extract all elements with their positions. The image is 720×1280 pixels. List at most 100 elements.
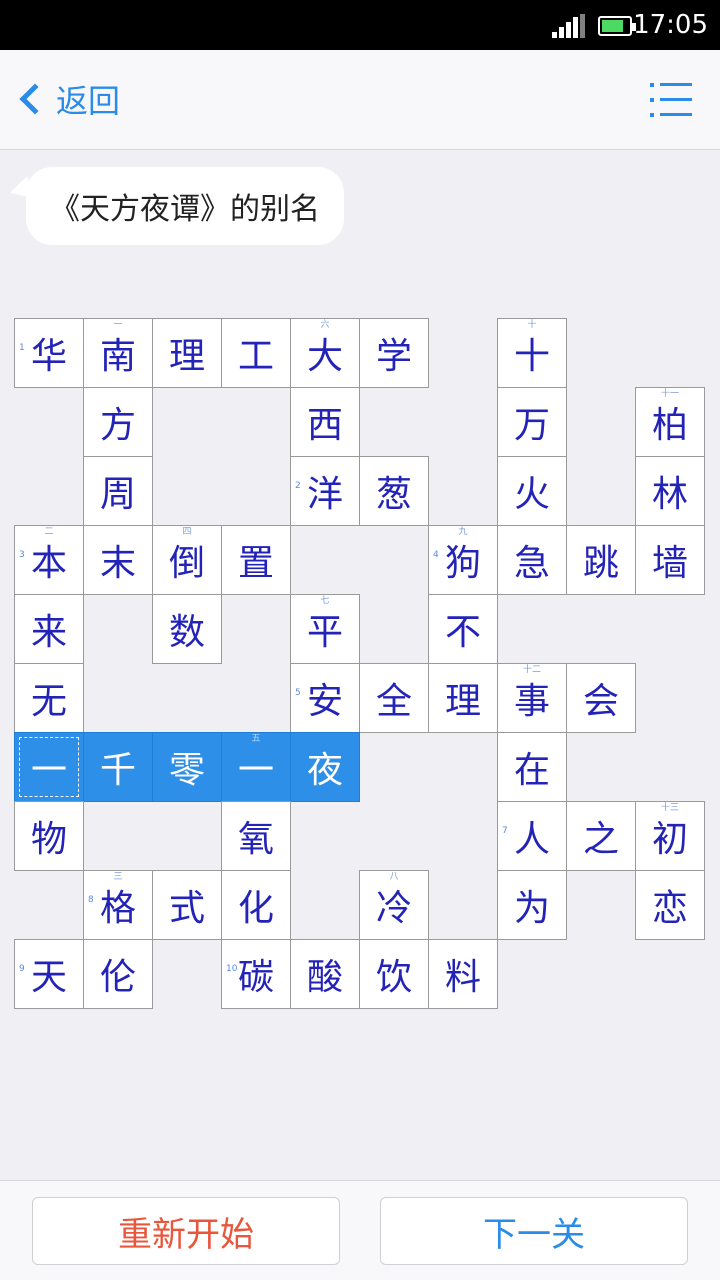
grid-cell[interactable]: 恋 [635,870,705,940]
across-clue-number: 1 [19,343,25,353]
down-clue-number: 十三 [660,803,679,813]
grid-cell[interactable]: 南一 [83,318,153,388]
cell-char: 不 [444,612,481,653]
down-clue-number: 一 [113,320,123,330]
grid-cell[interactable]: 零 [152,732,222,802]
grid-cell[interactable]: 急 [497,525,567,595]
cell-char: 平 [306,612,343,653]
cell-char: 饮 [375,957,412,998]
grid-cell[interactable]: 酸 [290,939,360,1009]
cell-char: 倒 [168,543,205,584]
cell-char: 一 [237,750,274,791]
grid-cell[interactable]: 物 [14,801,84,871]
crossword-grid: 华 1 南一理工大六学十十方西万柏十一周洋 2 葱火林本 3 二末倒四置狗 4 九急跳墙来数平七… [14,318,706,1010]
grid-cell[interactable]: 理 [428,663,498,733]
grid-cell[interactable]: 来 [14,594,84,664]
cell-char: 事 [513,681,550,722]
down-clue-number: 六 [320,320,330,330]
grid-cell[interactable]: 饮 [359,939,429,1009]
cell-char: 大 [306,336,343,377]
grid-cell[interactable]: 工 [221,318,291,388]
cell-char: 冷 [375,888,412,929]
grid-cell[interactable]: 一 [14,732,84,802]
down-clue-number: 九 [458,527,468,537]
grid-cell[interactable]: 墙 [635,525,705,595]
grid-cell[interactable]: 天9 [14,939,84,1009]
cell-char: 天 [30,957,67,998]
grid-cell[interactable]: 之 [566,801,636,871]
grid-cell[interactable]: 大六 [290,318,360,388]
grid-cell[interactable]: 洋2 [290,456,360,526]
cell-char: 千 [99,750,136,791]
grid-cell[interactable]: 氧 [221,801,291,871]
grid-cell[interactable]: 葱 [359,456,429,526]
grid-cell[interactable]: 碳 10 [221,939,291,1009]
cell-char: 置 [237,543,274,584]
grid-cell[interactable]: 千 [83,732,153,802]
grid-cell[interactable]: 不 [428,594,498,664]
cell-char: 十 [513,336,550,377]
clue-text: 《天方夜谭》的别名 [50,192,320,227]
grid-cell[interactable]: 周 [83,456,153,526]
cell-char: 末 [99,543,136,584]
grid-cell[interactable]: 末 [83,525,153,595]
restart-button[interactable]: 重新开始 [32,1197,340,1265]
cell-char: 一 [30,750,67,791]
back-label: 返回 [56,82,121,120]
grid-cell[interactable]: 置 [221,525,291,595]
grid-cell[interactable]: 全 [359,663,429,733]
cell-char: 来 [30,612,67,653]
list-menu-icon[interactable] [650,83,692,117]
grid-cell[interactable]: 在 [497,732,567,802]
grid-cell[interactable]: 一五 [221,732,291,802]
grid-cell[interactable]: 数 [152,594,222,664]
cell-char: 化 [237,888,274,929]
grid-cell[interactable]: 料 [428,939,498,1009]
across-clue-number: 7 [502,826,508,836]
grid-cell[interactable]: 会 [566,663,636,733]
grid-cell[interactable]: 火 [497,456,567,526]
cell-char: 物 [30,819,67,860]
back-button[interactable]: 返回 [16,76,120,122]
cell-char: 火 [513,474,550,515]
down-clue-number: 二 [44,527,54,537]
cell-char: 安 [306,681,343,722]
cell-char: 格 [99,888,136,929]
grid-cell[interactable]: 跳 [566,525,636,595]
grid-cell[interactable]: 格8 三 [83,870,153,940]
grid-cell[interactable]: 无 [14,663,84,733]
down-clue-number: 十 [527,320,537,330]
grid-cell[interactable]: 万 [497,387,567,457]
grid-cell[interactable]: 为 [497,870,567,940]
cell-char: 会 [582,681,619,722]
next-level-button[interactable]: 下一关 [380,1197,688,1265]
cell-char: 墙 [651,543,688,584]
grid-cell[interactable]: 华1 [14,318,84,388]
grid-cell[interactable]: 安5 [290,663,360,733]
grid-cell[interactable]: 事十二 [497,663,567,733]
grid-cell[interactable]: 初十三 [635,801,705,871]
grid-cell[interactable]: 人7 [497,801,567,871]
cell-char: 碳 [237,957,274,998]
grid-cell[interactable]: 狗4 九 [428,525,498,595]
cell-char: 零 [168,750,205,791]
grid-cell[interactable]: 本3 二 [14,525,84,595]
grid-cell[interactable]: 平七 [290,594,360,664]
grid-cell[interactable]: 伦 [83,939,153,1009]
grid-cell[interactable]: 西 [290,387,360,457]
grid-cell[interactable]: 十十 [497,318,567,388]
grid-cell[interactable]: 倒四 [152,525,222,595]
grid-cell[interactable]: 冷八 [359,870,429,940]
cell-char: 恋 [651,888,688,929]
grid-cell[interactable]: 理 [152,318,222,388]
grid-cell[interactable]: 夜 [290,732,360,802]
grid-cell[interactable]: 学 [359,318,429,388]
across-clue-number: 10 [226,964,238,974]
cell-char: 葱 [375,474,412,515]
grid-cell[interactable]: 式 [152,870,222,940]
grid-cell[interactable]: 柏十一 [635,387,705,457]
grid-cell[interactable]: 林 [635,456,705,526]
grid-cell[interactable]: 方 [83,387,153,457]
down-clue-number: 八 [389,872,399,882]
grid-cell[interactable]: 化 [221,870,291,940]
